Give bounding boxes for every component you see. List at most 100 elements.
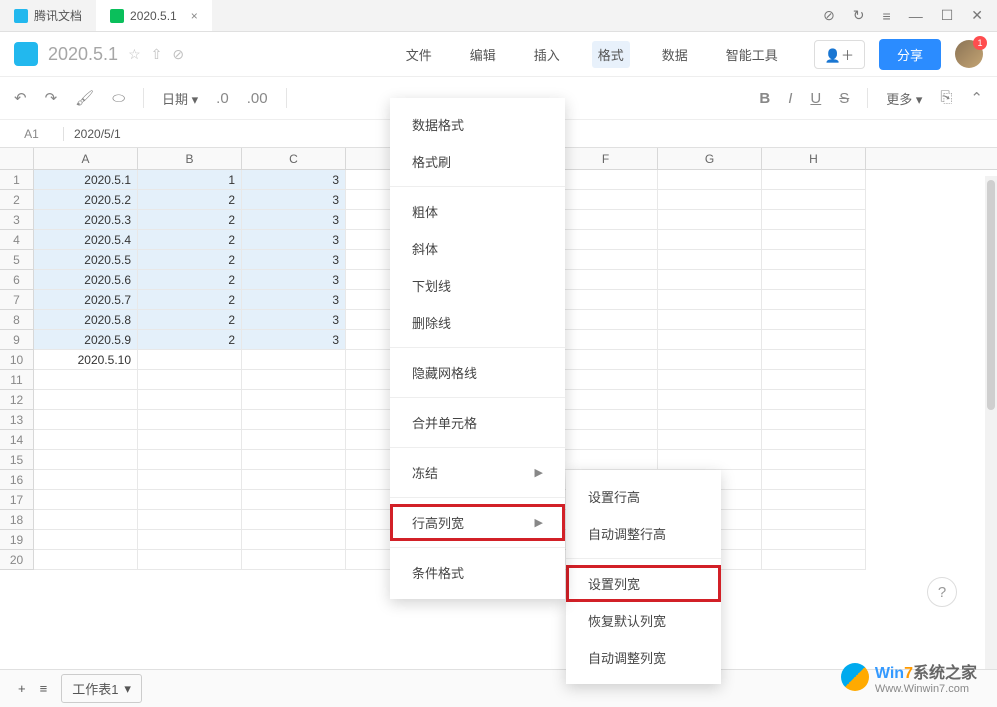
cell[interactable]: 3	[242, 170, 346, 190]
number-format-dropdown[interactable]: 日期 ▾	[162, 89, 198, 108]
underline-button[interactable]: U	[810, 90, 821, 107]
cell[interactable]	[554, 350, 658, 370]
clear-format-icon[interactable]: ⬭	[112, 90, 125, 107]
cell[interactable]	[554, 310, 658, 330]
menu-item-删除线[interactable]: 删除线	[390, 304, 565, 341]
vertical-scrollbar[interactable]	[985, 176, 997, 669]
cell[interactable]	[242, 390, 346, 410]
row-header[interactable]: 15	[0, 450, 34, 470]
menu-item-行高列宽[interactable]: 行高列宽▶	[390, 504, 565, 541]
sheet-list-button[interactable]: ≡	[40, 681, 48, 696]
cell[interactable]: 3	[242, 330, 346, 350]
cell[interactable]	[554, 270, 658, 290]
cell[interactable]: 2020.5.1	[34, 170, 138, 190]
cell[interactable]	[554, 370, 658, 390]
cell[interactable]: 3	[242, 250, 346, 270]
cell[interactable]	[658, 170, 762, 190]
cell[interactable]: 2020.5.3	[34, 210, 138, 230]
submenu-item-自动调整行高[interactable]: 自动调整行高	[566, 515, 721, 552]
redo-icon[interactable]: ↷	[45, 89, 58, 107]
app-tab-tencent-docs[interactable]: 腾讯文档	[0, 0, 96, 31]
menu-格式[interactable]: 格式	[592, 41, 630, 68]
format-painter-icon[interactable]: 🖌	[75, 89, 94, 107]
cell[interactable]: 2	[138, 310, 242, 330]
help-button[interactable]: ?	[927, 577, 957, 607]
cell[interactable]	[34, 510, 138, 530]
cell[interactable]	[138, 470, 242, 490]
menu-item-冻结[interactable]: 冻结▶	[390, 454, 565, 491]
cell[interactable]: 3	[242, 270, 346, 290]
column-header-B[interactable]: B	[138, 148, 242, 169]
cell[interactable]	[762, 510, 866, 530]
cell[interactable]	[762, 170, 866, 190]
forbid-icon[interactable]: ⊘	[823, 7, 835, 24]
cell[interactable]	[138, 410, 242, 430]
cell[interactable]: 2	[138, 330, 242, 350]
column-header-A[interactable]: A	[34, 148, 138, 169]
cell[interactable]	[554, 230, 658, 250]
cell[interactable]	[658, 250, 762, 270]
cell[interactable]	[658, 430, 762, 450]
cell[interactable]	[762, 450, 866, 470]
scrollbar-thumb[interactable]	[987, 180, 995, 410]
cell[interactable]	[658, 350, 762, 370]
cell[interactable]: 2020.5.9	[34, 330, 138, 350]
cell[interactable]	[34, 410, 138, 430]
cell[interactable]	[554, 450, 658, 470]
cell[interactable]: 3	[242, 310, 346, 330]
cell[interactable]	[658, 210, 762, 230]
cell[interactable]	[242, 430, 346, 450]
menu-文件[interactable]: 文件	[400, 41, 438, 68]
cell[interactable]	[242, 410, 346, 430]
cell[interactable]	[138, 550, 242, 570]
share-button[interactable]: 分享	[879, 39, 941, 70]
row-header[interactable]: 14	[0, 430, 34, 450]
formula-bar[interactable]: 2020/5/1	[64, 127, 121, 141]
cell[interactable]	[242, 470, 346, 490]
cell[interactable]	[34, 390, 138, 410]
cell[interactable]	[34, 550, 138, 570]
cell[interactable]	[554, 190, 658, 210]
cell[interactable]	[762, 370, 866, 390]
cell[interactable]	[554, 210, 658, 230]
cell[interactable]	[658, 330, 762, 350]
column-header-H[interactable]: H	[762, 148, 866, 169]
row-header[interactable]: 16	[0, 470, 34, 490]
cell[interactable]: 2	[138, 210, 242, 230]
menu-item-隐藏网格线[interactable]: 隐藏网格线	[390, 354, 565, 391]
menu-item-粗体[interactable]: 粗体	[390, 193, 565, 230]
submenu-item-恢复默认列宽[interactable]: 恢复默认列宽	[566, 602, 721, 639]
cell[interactable]	[762, 350, 866, 370]
row-header[interactable]: 12	[0, 390, 34, 410]
cell[interactable]	[658, 290, 762, 310]
sheet-tab[interactable]: 工作表1 ▾	[61, 674, 142, 703]
minimize-icon[interactable]: —	[909, 8, 923, 24]
cell[interactable]	[554, 390, 658, 410]
cell[interactable]	[138, 350, 242, 370]
cell[interactable]	[658, 190, 762, 210]
folder-icon[interactable]: ⇧	[151, 46, 163, 63]
submenu-item-设置列宽[interactable]: 设置列宽	[566, 565, 721, 602]
row-header[interactable]: 3	[0, 210, 34, 230]
menu-插入[interactable]: 插入	[528, 41, 566, 68]
select-all-corner[interactable]	[0, 148, 34, 169]
cell[interactable]	[762, 310, 866, 330]
cell[interactable]	[762, 230, 866, 250]
menu-item-斜体[interactable]: 斜体	[390, 230, 565, 267]
cell[interactable]: 2	[138, 190, 242, 210]
cell[interactable]: 2	[138, 270, 242, 290]
cell[interactable]	[554, 290, 658, 310]
cell[interactable]: 1	[138, 170, 242, 190]
row-header[interactable]: 7	[0, 290, 34, 310]
cell[interactable]: 3	[242, 290, 346, 310]
cell[interactable]	[138, 510, 242, 530]
cell[interactable]	[658, 370, 762, 390]
cell[interactable]	[762, 550, 866, 570]
cell[interactable]	[554, 170, 658, 190]
row-header[interactable]: 19	[0, 530, 34, 550]
app-tab-document[interactable]: 2020.5.1 ×	[96, 0, 212, 31]
cell[interactable]	[658, 230, 762, 250]
cell[interactable]	[34, 430, 138, 450]
cell[interactable]	[658, 410, 762, 430]
column-header-C[interactable]: C	[242, 148, 346, 169]
